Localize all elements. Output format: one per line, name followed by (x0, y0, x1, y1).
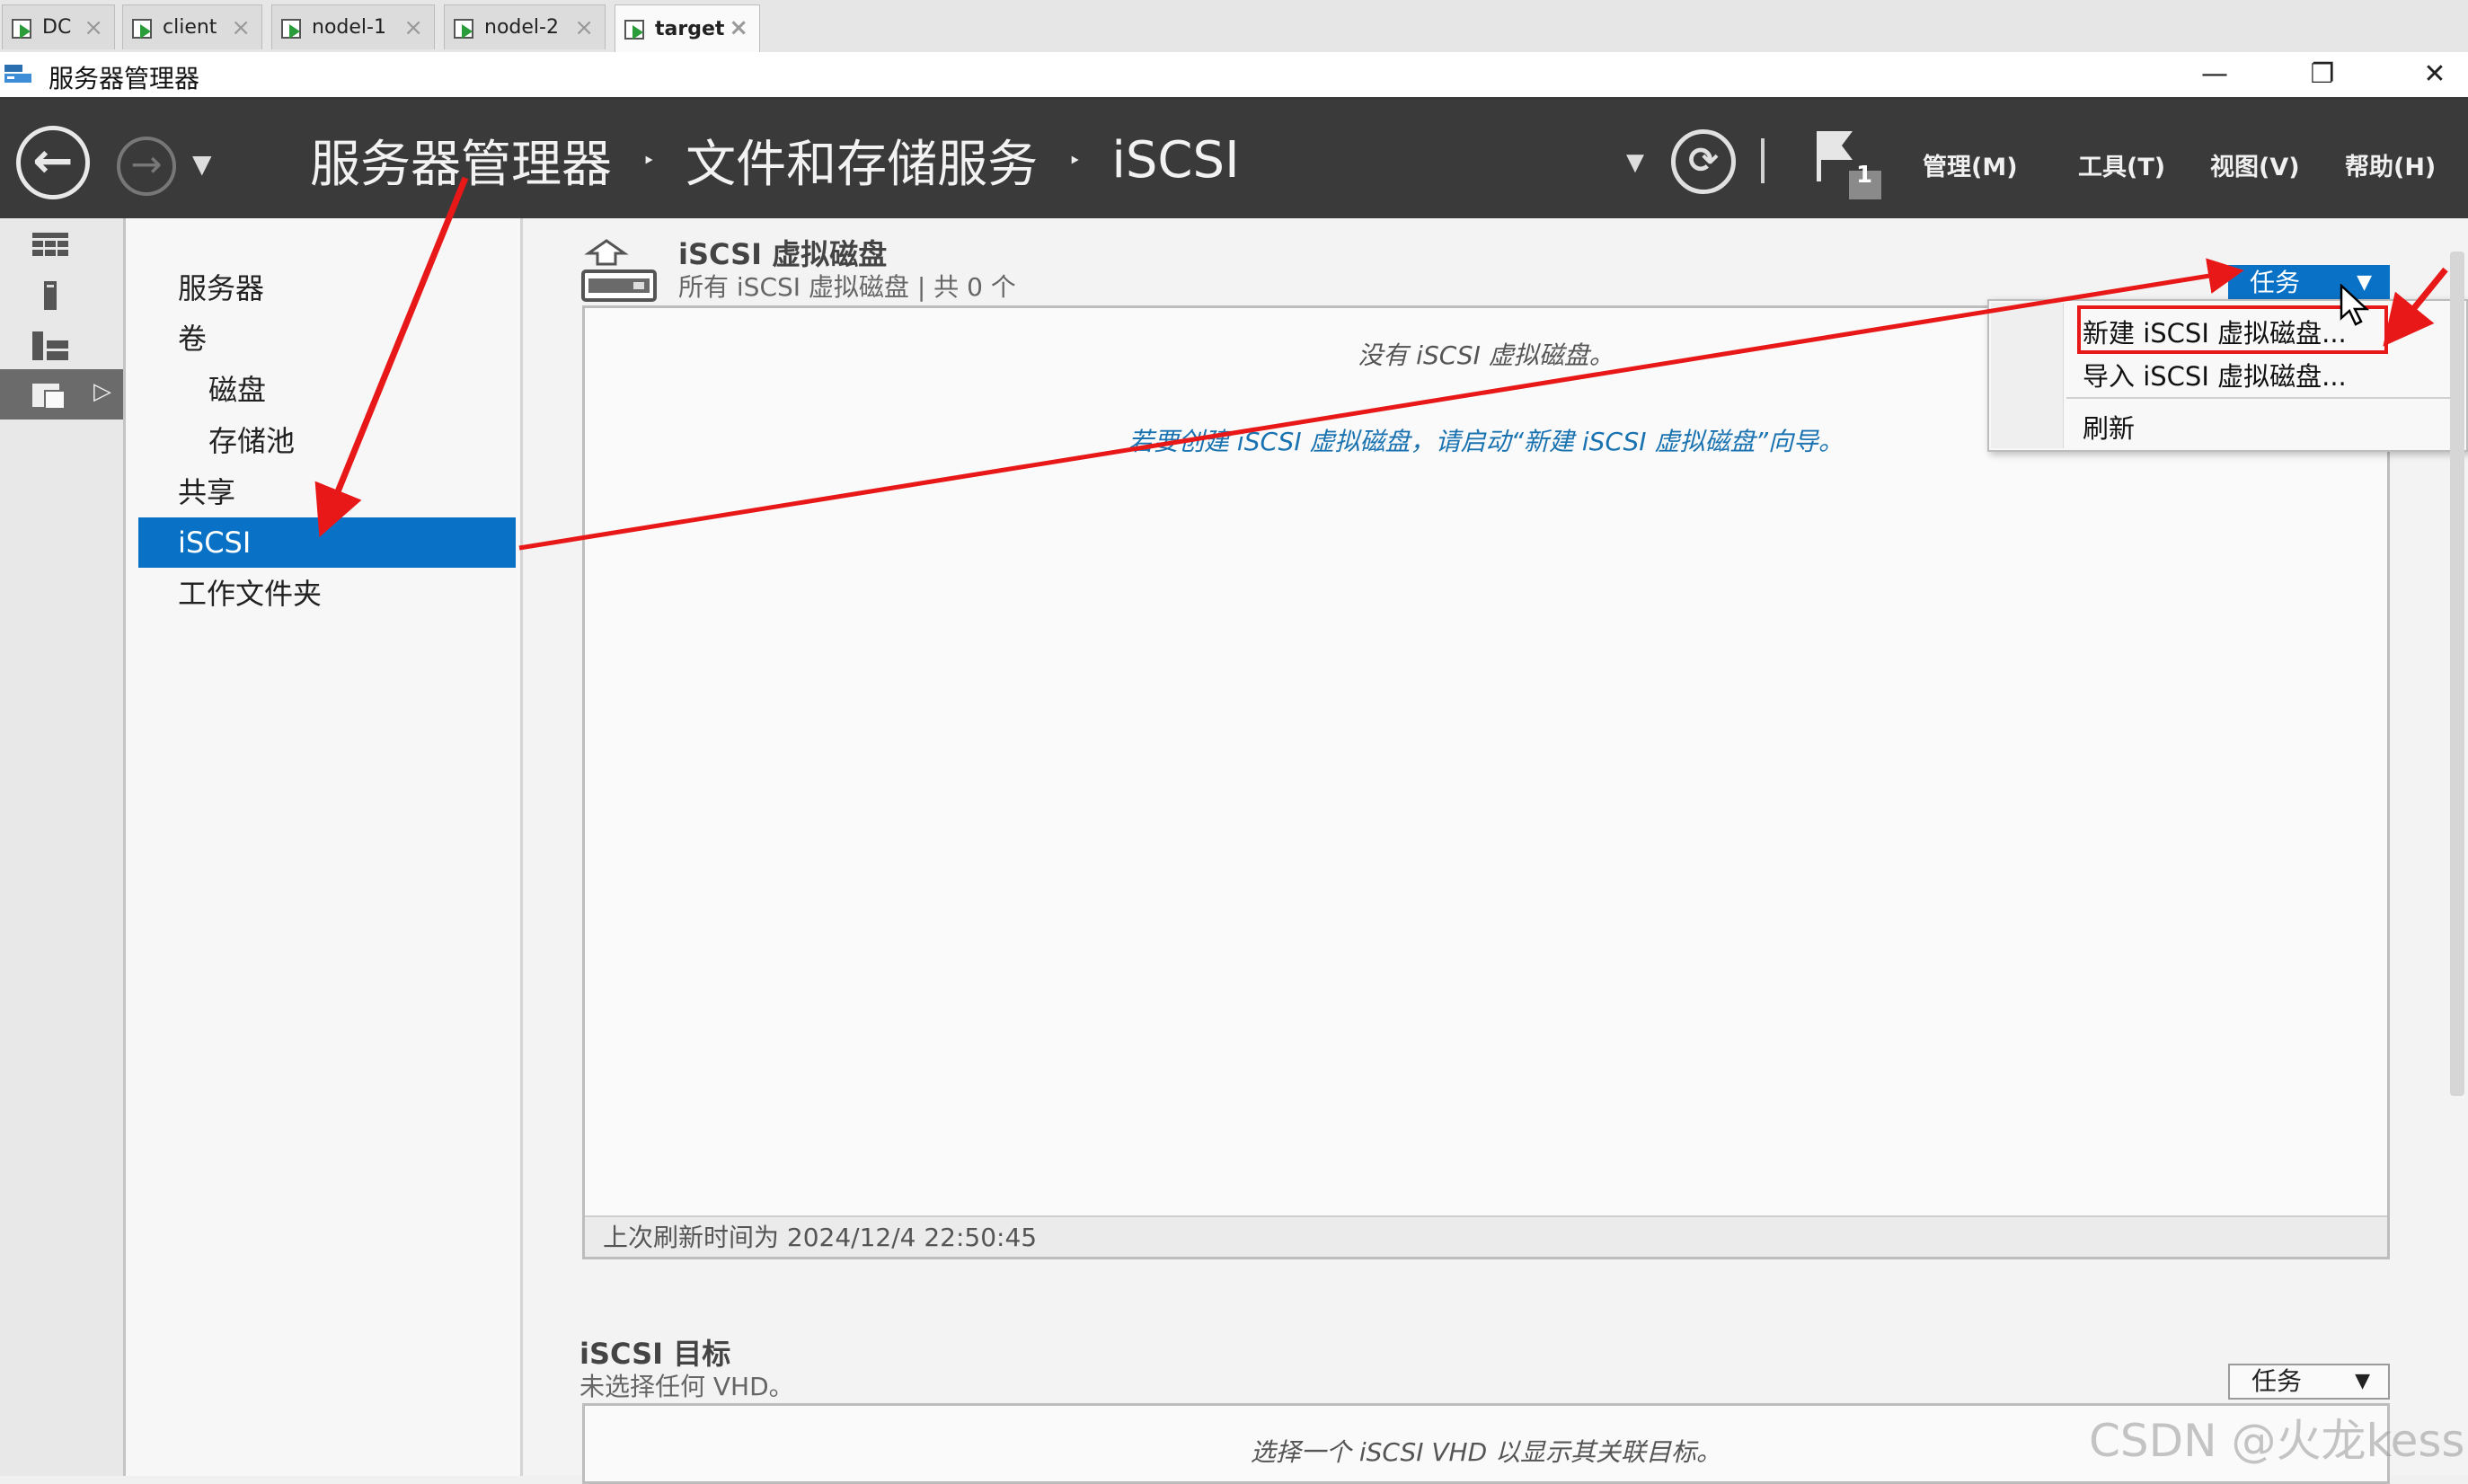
forward-arrow-icon[interactable]: → (117, 137, 176, 196)
last-refresh-status: 上次刷新时间为 2024/12/4 22:50:45 (585, 1215, 2387, 1257)
chevron-down-icon[interactable]: ▼ (192, 149, 212, 179)
nav-item-shares[interactable]: 共享 (138, 467, 516, 517)
rail-item-file-storage[interactable]: ▷ (0, 369, 123, 420)
menu-manage[interactable]: 管理(M) (1923, 147, 2018, 182)
vm-tab-label: nodel-2 (484, 16, 559, 39)
window-titlebar: 服务器管理器 — ❐ ✕ (0, 52, 2468, 98)
close-icon[interactable]: × (231, 14, 251, 41)
close-button[interactable]: ✕ (2408, 54, 2462, 95)
menu-view[interactable]: 视图(V) (2210, 147, 2300, 182)
close-icon[interactable]: × (729, 14, 748, 41)
notification-count: 1 (1856, 162, 1873, 189)
header-divider (1761, 138, 1765, 183)
tasks-label: 任务 (2251, 1366, 2303, 1396)
rail-item-local-server[interactable] (0, 269, 123, 319)
dashboard-icon (32, 233, 68, 256)
minimize-button[interactable]: — (2188, 54, 2242, 95)
notification-flag-icon[interactable] (1815, 128, 1887, 203)
vm-tab-target[interactable]: target × (615, 4, 760, 52)
breadcrumb-item-file-storage[interactable]: 文件和存储服务 (686, 124, 1038, 197)
close-icon[interactable]: × (403, 14, 423, 41)
vm-icon (454, 17, 475, 39)
virtual-disk-icon (581, 239, 657, 302)
server-icon (44, 281, 57, 310)
nav-item-servers[interactable]: 服务器 (138, 263, 516, 314)
file-storage-icon (32, 384, 66, 410)
nav-item-work-folders[interactable]: 工作文件夹 (138, 569, 516, 619)
menu-help[interactable]: 帮助(H) (2345, 147, 2436, 182)
nav-item-volumes[interactable]: 卷 (138, 314, 516, 364)
back-arrow-icon[interactable]: ← (16, 126, 90, 199)
tasks-label: 任务 (2250, 268, 2301, 297)
server-manager-icon (4, 65, 31, 83)
nav-item-iscsi[interactable]: iSCSI (138, 517, 516, 568)
vertical-scrollbar[interactable] (2450, 252, 2464, 1096)
breadcrumb-item-iscsi: iSCSI (1111, 131, 1240, 190)
chevron-down-icon: ▼ (2355, 1370, 2370, 1392)
vm-icon (281, 17, 303, 39)
close-icon[interactable]: × (574, 14, 594, 41)
vm-icon (12, 17, 33, 39)
vm-tab-nodel-1[interactable]: nodel-1 × (271, 4, 435, 49)
refresh-icon[interactable]: ⟳ (1671, 129, 1736, 194)
vm-tab-label: target (655, 17, 725, 40)
menu-gutter (1991, 303, 2064, 448)
breadcrumb-separator: ‣ (1068, 147, 1082, 173)
vm-tab-label: client (163, 16, 217, 39)
vm-tab-nodel-2[interactable]: nodel-2 × (444, 4, 606, 49)
vm-tab-label: DC (42, 16, 72, 39)
vm-icon (132, 17, 154, 39)
vm-tab-client[interactable]: client × (122, 4, 262, 49)
close-icon[interactable]: × (84, 14, 103, 41)
vm-tab-label: nodel-1 (312, 16, 386, 39)
nav-item-storage-pools[interactable]: 存储池 (138, 416, 516, 466)
menu-separator (2066, 397, 2462, 399)
all-servers-icon (32, 331, 68, 360)
nav-pane: 服务器 卷 磁盘 存储池 共享 iSCSI 工作文件夹 (126, 218, 523, 1476)
watermark: CSDN @火龙kess (2089, 1415, 2465, 1467)
breadcrumb-item-server-manager[interactable]: 服务器管理器 (310, 124, 612, 197)
targets-tasks-dropdown-button[interactable]: 任务 ▼ (2228, 1364, 2390, 1400)
menu-tools[interactable]: 工具(T) (2078, 147, 2165, 182)
vm-tab-dc[interactable]: DC × (2, 4, 115, 49)
icon-rail: ▷ (0, 218, 126, 1476)
chevron-down-icon[interactable]: ▼ (1626, 149, 1644, 176)
breadcrumb-separator: ‣ (642, 147, 656, 173)
vm-tab-strip: DC × client × nodel-1 × nodel-2 × target… (0, 0, 2468, 53)
restore-button[interactable]: ❐ (2296, 54, 2349, 95)
rail-item-dashboard[interactable] (0, 218, 123, 269)
rail-item-all-servers[interactable] (0, 319, 123, 369)
menu-item-refresh[interactable]: 刷新 (2083, 408, 2135, 446)
nav-item-disks[interactable]: 磁盘 (138, 365, 516, 415)
mouse-cursor-icon (2340, 284, 2370, 326)
app-header: ← → ▼ 服务器管理器 ‣ 文件和存储服务 ‣ iSCSI ▼ ⟳ 1 管理(… (0, 97, 2468, 218)
expand-icon[interactable]: ▷ (93, 378, 111, 405)
section-subtitle-virtual-disks: 所有 iSCSI 虚拟磁盘 | 共 0 个 (678, 272, 1016, 302)
section-subtitle-iscsi-targets: 未选择任何 VHD。 (579, 1372, 794, 1401)
menu-item-import-virtual-disk[interactable]: 导入 iSCSI 虚拟磁盘... (2083, 356, 2347, 393)
breadcrumb: 服务器管理器 ‣ 文件和存储服务 ‣ iSCSI (310, 124, 1240, 197)
vm-icon (624, 18, 646, 40)
window-title: 服务器管理器 (49, 64, 200, 93)
